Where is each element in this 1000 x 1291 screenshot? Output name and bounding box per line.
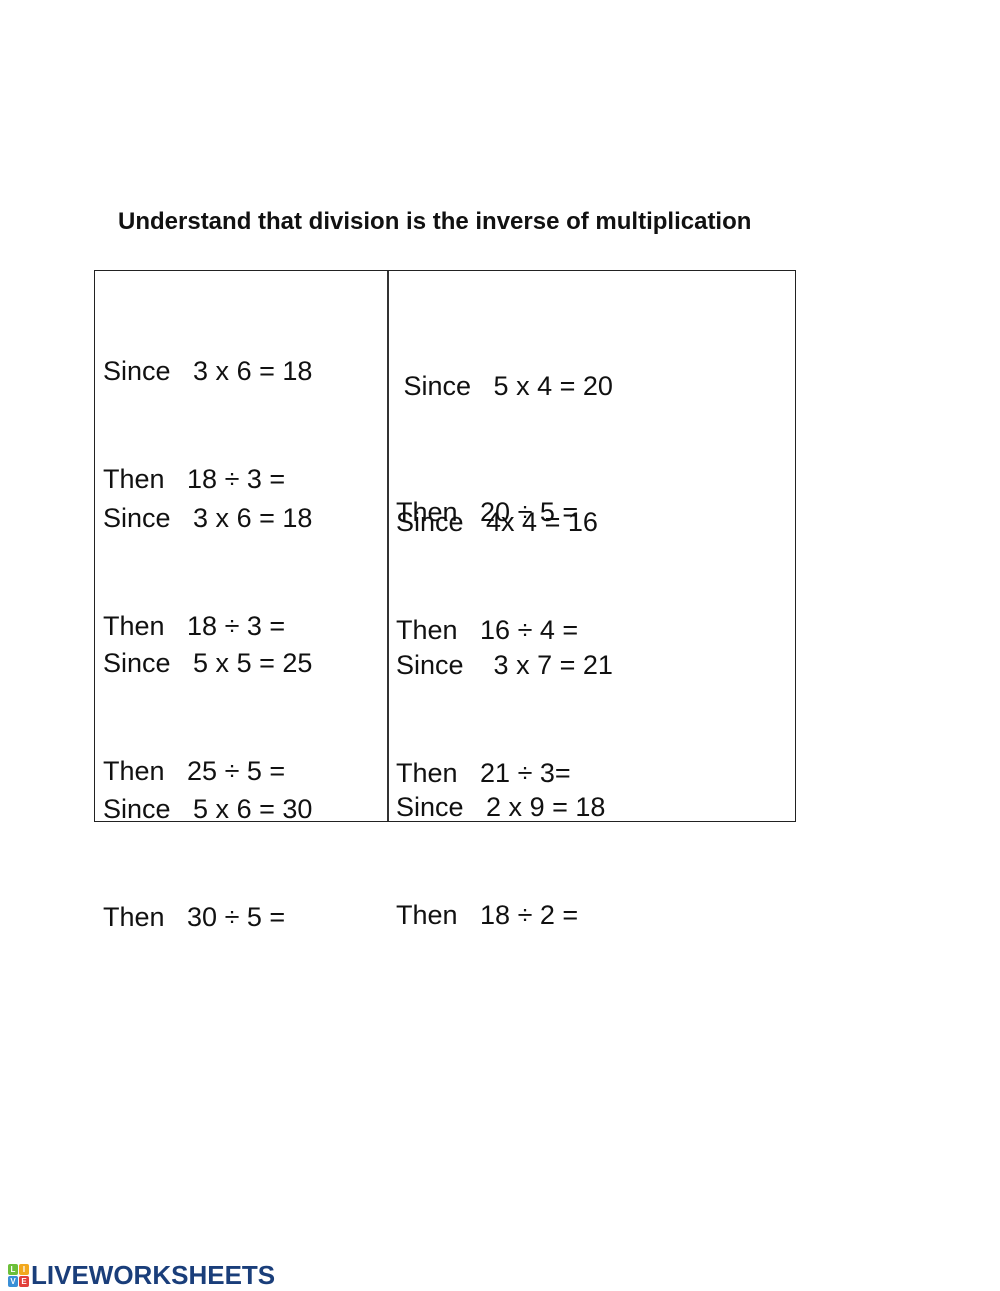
problem-left-4: Since 5 x 6 = 30 Then 30 ÷ 5 = <box>103 719 312 1007</box>
logo-block-i: I <box>19 1263 29 1275</box>
logo-block-v: V <box>8 1275 18 1287</box>
liveworksheets-logo[interactable]: L I V E LIVEWORKSHEETS <box>8 1260 275 1291</box>
since-statement: Since 3 x 7 = 21 <box>396 650 613 680</box>
since-statement: Since 2 x 9 = 18 <box>396 792 606 822</box>
problem-grid: Since 3 x 6 = 18 Then 18 ÷ 3 = Since 3 x… <box>94 270 796 932</box>
problem-right-4: Since 2 x 9 = 18 Then 18 ÷ 2 = <box>396 717 605 1005</box>
column-divider <box>387 271 389 821</box>
logo-block-l: L <box>8 1263 18 1275</box>
logo-blocks-icon: L I V E <box>8 1263 29 1288</box>
since-statement: Since 3 x 6 = 18 <box>103 503 313 533</box>
then-question: Then 18 ÷ 2 = <box>396 900 579 930</box>
since-statement: Since 5 x 4 = 20 <box>396 371 613 401</box>
since-statement: Since 5 x 5 = 25 <box>103 648 313 678</box>
since-statement: Since 5 x 6 = 30 <box>103 794 313 824</box>
logo-text: LIVEWORKSHEETS <box>31 1260 276 1290</box>
then-question: Then 30 ÷ 5 = <box>103 902 286 932</box>
since-statement: Since 4x 4 = 16 <box>396 507 598 537</box>
worksheet-title: Understand that division is the inverse … <box>118 208 752 235</box>
since-statement: Since 3 x 6 = 18 <box>103 356 313 386</box>
logo-block-e: E <box>19 1275 29 1287</box>
